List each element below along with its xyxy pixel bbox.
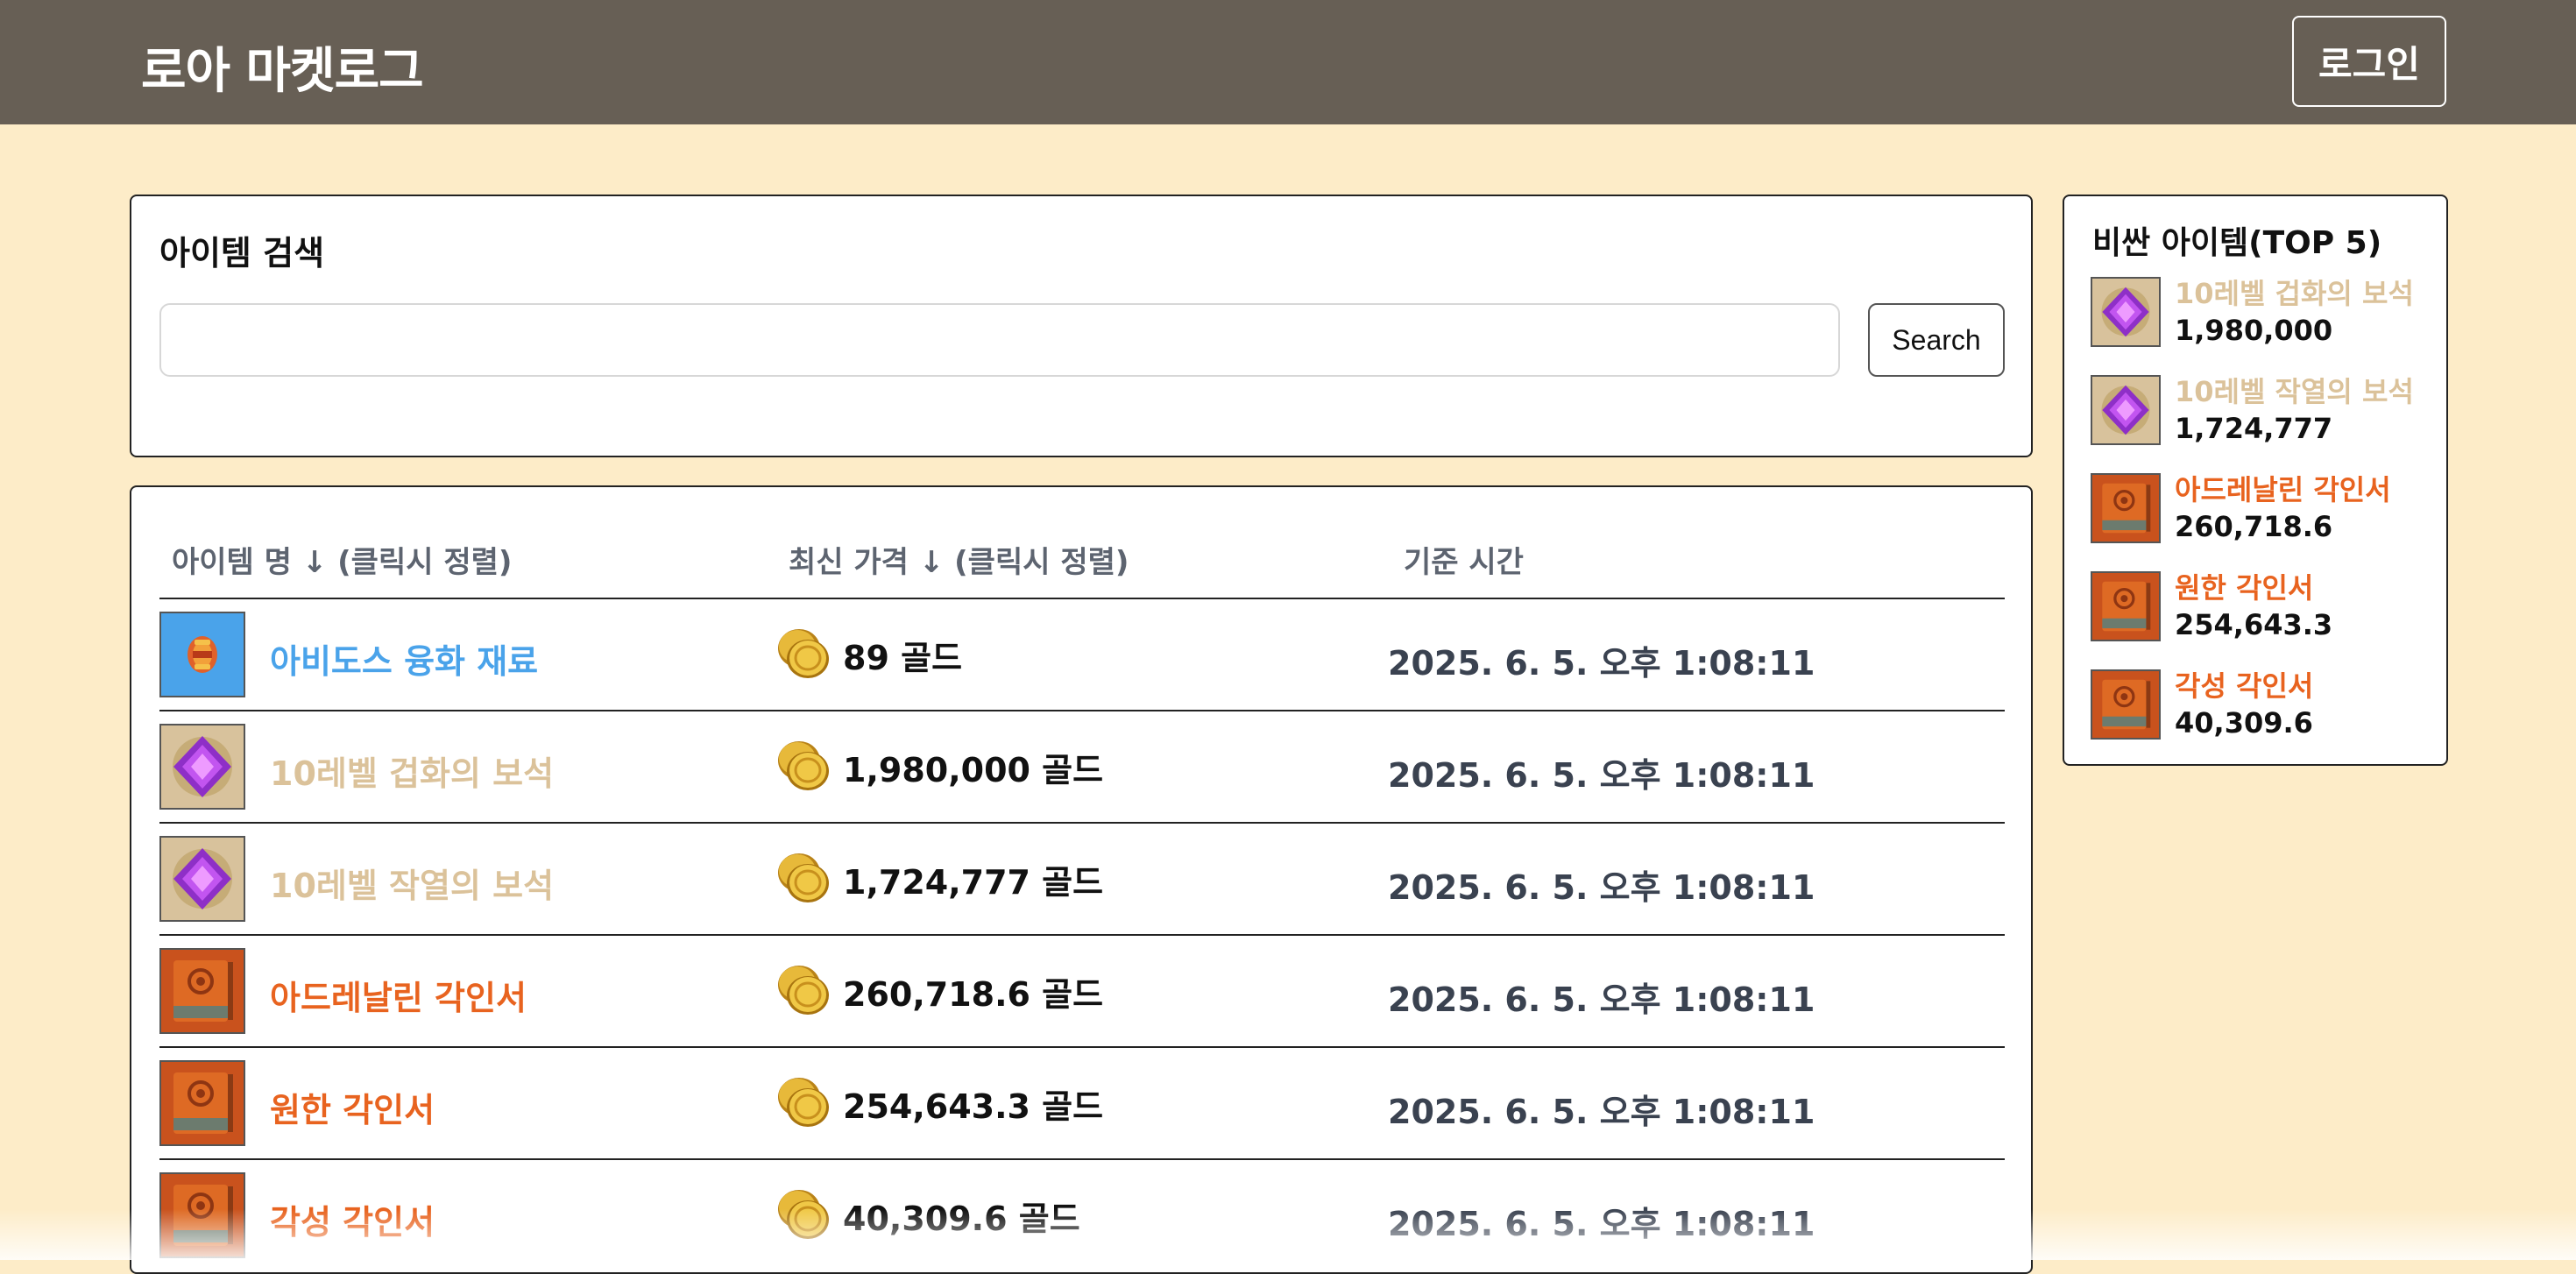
- table-row[interactable]: 10레벨 작열의 보석 1,724,777 골드 2025. 6. 5. 오후 1:…: [159, 822, 2005, 934]
- item-name[interactable]: 원한 각인서: [270, 1083, 435, 1131]
- item-price: 89 골드: [843, 639, 963, 677]
- engraving-book-icon: [2091, 473, 2161, 543]
- item-price: 1,980,000 골드: [843, 751, 1104, 789]
- column-header-time: 기준 시간: [1404, 545, 1524, 580]
- top5-item-price: 254,643.3: [2175, 608, 2333, 641]
- table-row[interactable]: 아드레날린 각인서 260,718.6 골드 2025. 6. 5. 오후 1:08…: [159, 934, 2005, 1046]
- item-timestamp: 2025. 6. 5. 오후 1:08:11: [1388, 644, 1815, 683]
- search-input[interactable]: [159, 303, 1840, 377]
- engraving-book-icon: [159, 948, 245, 1034]
- top5-item-price: 1,980,000: [2175, 314, 2333, 347]
- gold-coin-icon: [773, 962, 832, 1018]
- gold-coin-icon: [773, 738, 832, 794]
- item-price: 1,724,777 골드: [843, 863, 1104, 902]
- gem-icon: [2091, 277, 2161, 347]
- item-table: 아이템 명 ↓ (클릭시 정렬) 최신 가격 ↓ (클릭시 정렬) 기준 시간 …: [130, 485, 2033, 1274]
- item-price: 40,309.6 골드: [843, 1200, 1080, 1238]
- brand-logo[interactable]: 로아 마켓로그: [141, 32, 424, 103]
- item-name[interactable]: 아드레날린 각인서: [270, 971, 527, 1019]
- gold-coin-icon: [773, 626, 832, 682]
- item-name[interactable]: 10레벨 작열의 보석: [270, 859, 554, 907]
- top5-item-price: 40,309.6: [2175, 706, 2313, 740]
- gold-coin-icon: [773, 1074, 832, 1130]
- top5-item[interactable]: 원한 각인서 254,643.3: [2091, 566, 2432, 645]
- item-timestamp: 2025. 6. 5. 오후 1:08:11: [1388, 980, 1815, 1019]
- gem-icon: [159, 724, 245, 810]
- top5-item-name[interactable]: 원한 각인서: [2175, 566, 2313, 606]
- table-row[interactable]: 각성 각인서 40,309.6 골드 2025. 6. 5. 오후 1:08:11: [159, 1158, 2005, 1270]
- engraving-book-icon: [159, 1060, 245, 1146]
- item-timestamp: 2025. 6. 5. 오후 1:08:11: [1388, 756, 1815, 795]
- search-card: 아이템 검색 Search: [130, 195, 2033, 457]
- top5-item-name[interactable]: 10레벨 작열의 보석: [2175, 370, 2414, 410]
- top5-item[interactable]: 아드레날린 각인서 260,718.6: [2091, 468, 2432, 547]
- engraving-book-icon: [2091, 571, 2161, 641]
- top5-item-name[interactable]: 각성 각인서: [2175, 664, 2313, 704]
- login-button[interactable]: 로그인: [2292, 16, 2446, 107]
- top5-item-price: 260,718.6: [2175, 510, 2333, 543]
- column-header-price[interactable]: 최신 가격 ↓ (클릭시 정렬): [789, 538, 1129, 581]
- top5-item-name[interactable]: 아드레날린 각인서: [2175, 468, 2391, 508]
- gold-coin-icon: [773, 1186, 832, 1242]
- table-row[interactable]: 10레벨 겁화의 보석 1,980,000 골드 2025. 6. 5. 오후 1:…: [159, 710, 2005, 822]
- gem-icon: [2091, 375, 2161, 445]
- top5-title: 비싼 아이템(TOP 5): [2092, 225, 2382, 261]
- item-price: 254,643.3 골드: [843, 1087, 1104, 1126]
- gold-coin-icon: [773, 850, 832, 906]
- column-header-name[interactable]: 아이템 명 ↓ (클릭시 정렬): [172, 538, 512, 581]
- item-timestamp: 2025. 6. 5. 오후 1:08:11: [1388, 1093, 1815, 1131]
- search-title: 아이템 검색: [159, 234, 325, 272]
- gem-icon: [159, 836, 245, 922]
- top5-item-price: 1,724,777: [2175, 412, 2333, 445]
- engraving-book-icon: [2091, 669, 2161, 740]
- item-name[interactable]: 아비도스 융화 재료: [270, 634, 538, 683]
- top5-item-name[interactable]: 10레벨 겁화의 보석: [2175, 272, 2414, 312]
- item-timestamp: 2025. 6. 5. 오후 1:08:11: [1388, 1205, 1815, 1243]
- fusion-material-icon: [159, 612, 245, 697]
- search-button[interactable]: Search: [1868, 303, 2005, 377]
- item-name[interactable]: 각성 각인서: [270, 1195, 435, 1243]
- top5-item[interactable]: 10레벨 겁화의 보석 1,980,000: [2091, 272, 2432, 350]
- top5-item[interactable]: 10레벨 작열의 보석 1,724,777: [2091, 370, 2432, 449]
- item-name[interactable]: 10레벨 겁화의 보석: [270, 747, 554, 795]
- table-row[interactable]: 아비도스 융화 재료 89 골드 2025. 6. 5. 오후 1:08:11: [159, 598, 2005, 710]
- engraving-book-icon: [159, 1172, 245, 1258]
- top5-card: 비싼 아이템(TOP 5) 10레벨 겁화의 보석 1,980,000 10레벨 작…: [2063, 195, 2448, 766]
- item-timestamp: 2025. 6. 5. 오후 1:08:11: [1388, 868, 1815, 907]
- table-row[interactable]: 원한 각인서 254,643.3 골드 2025. 6. 5. 오후 1:08:11: [159, 1046, 2005, 1158]
- top5-item[interactable]: 각성 각인서 40,309.6: [2091, 664, 2432, 743]
- item-price: 260,718.6 골드: [843, 975, 1104, 1014]
- top-navbar: 로아 마켓로그 로그인: [0, 0, 2576, 124]
